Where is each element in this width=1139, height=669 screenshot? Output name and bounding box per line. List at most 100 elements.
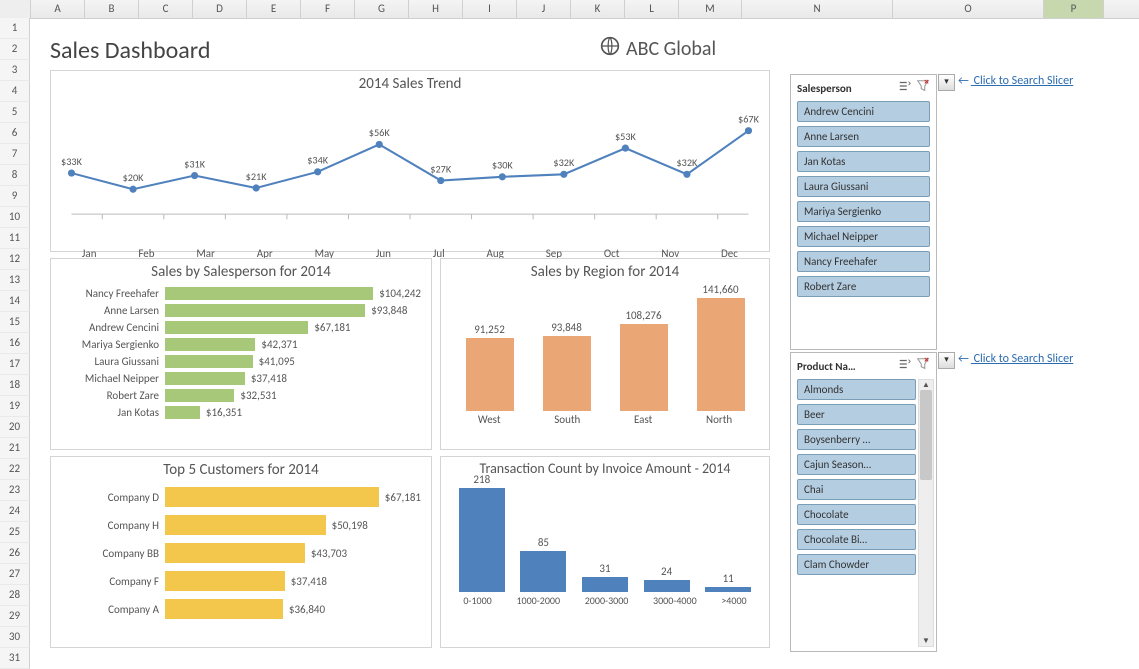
clear-filter-icon[interactable] [916,357,930,375]
row-header-23[interactable]: 23 [0,480,30,501]
scrollbar[interactable]: ▲ ▼ [918,379,934,647]
slicer-hint-link[interactable]: ← Click to Search Slicer [958,352,1073,366]
row-header-26[interactable]: 26 [0,543,30,564]
row-header-19[interactable]: 19 [0,396,30,417]
select-all-corner[interactable] [0,0,31,18]
dashboard-title: Sales Dashboard [50,36,210,65]
slicer-item[interactable]: Chocolate Bi… [797,529,916,550]
top-customers-chart[interactable]: Top 5 Customers for 2014 Company D$67,18… [50,456,432,648]
bar [466,338,514,411]
slicer-item[interactable]: Anne Larsen [797,126,930,147]
product-name-slicer[interactable]: Product Na… AlmondsBeerBoysenberry …Caju… [790,352,937,652]
slicer-item[interactable]: Chai [797,479,916,500]
column-header-L[interactable]: L [625,0,679,18]
column-header-C[interactable]: C [139,0,193,18]
svg-text:$32K: $32K [553,156,575,169]
row-header-1[interactable]: 1 [0,18,30,39]
column-header-N[interactable]: N [742,0,893,18]
row-header-9[interactable]: 9 [0,186,30,207]
slicer-item[interactable]: Mariya Sergienko [797,201,930,222]
column-header-H[interactable]: H [409,0,463,18]
row-header-17[interactable]: 17 [0,354,30,375]
slicer-item[interactable]: Jan Kotas [797,151,930,172]
row-header-14[interactable]: 14 [0,291,30,312]
slicer-item[interactable]: Boysenberry … [797,429,916,450]
x-tick: 1000-2000 [516,594,560,607]
row-header-3[interactable]: 3 [0,60,30,81]
column-header-O[interactable]: O [893,0,1044,18]
scroll-down-icon[interactable]: ▼ [919,636,933,646]
column-header-P[interactable]: P [1044,0,1104,18]
row-header-22[interactable]: 22 [0,459,30,480]
x-tick: North [706,413,732,426]
multiselect-icon[interactable] [898,79,912,97]
column-header-B[interactable]: B [85,0,139,18]
slicer-item[interactable]: Beer [797,404,916,425]
row-header-20[interactable]: 20 [0,417,30,438]
bar [543,336,591,411]
sales-by-salesperson-chart[interactable]: Sales by Salesperson for 2014 Nancy Free… [50,258,432,450]
bar-col: 108,276 [614,309,674,411]
row-header-25[interactable]: 25 [0,522,30,543]
sales-by-region-chart[interactable]: Sales by Region for 2014 91,25293,848108… [440,258,770,450]
x-tick: 3000-4000 [653,594,697,607]
row-header-4[interactable]: 4 [0,81,30,102]
row-header-6[interactable]: 6 [0,123,30,144]
bar [705,587,751,592]
slicer-item[interactable]: Robert Zare [797,276,930,297]
scroll-thumb[interactable] [920,390,932,480]
column-header-A[interactable]: A [31,0,85,18]
slicer-item[interactable]: Andrew Cencini [797,101,930,122]
slicer-item[interactable]: Michael Neipper [797,226,930,247]
bar-value: $37,418 [251,372,287,385]
column-header-I[interactable]: I [463,0,517,18]
row-header-8[interactable]: 8 [0,165,30,186]
slicer-item[interactable]: Nancy Freehafer [797,251,930,272]
row-header-28[interactable]: 28 [0,585,30,606]
row-header-24[interactable]: 24 [0,501,30,522]
row-header-27[interactable]: 27 [0,564,30,585]
row-header-30[interactable]: 30 [0,627,30,648]
row-header-16[interactable]: 16 [0,333,30,354]
scroll-up-icon[interactable]: ▲ [919,380,933,390]
salesperson-slicer[interactable]: Salesperson Andrew CenciniAnne LarsenJan… [790,74,937,350]
slicer-item[interactable]: Almonds [797,379,916,400]
slicer-hint-link[interactable]: ← Click to Search Slicer [958,74,1073,88]
column-header-D[interactable]: D [193,0,247,18]
slicer-item[interactable]: Cajun Season… [797,454,916,475]
transaction-count-chart[interactable]: Transaction Count by Invoice Amount - 20… [440,456,770,648]
row-header-21[interactable]: 21 [0,438,30,459]
row-header-18[interactable]: 18 [0,375,30,396]
row-header-2[interactable]: 2 [0,39,30,60]
column-header-J[interactable]: J [517,0,571,18]
column-header-M[interactable]: M [679,0,742,18]
slicer-item[interactable]: Laura Giussani [797,176,930,197]
row-header-29[interactable]: 29 [0,606,30,627]
bar-row: Robert Zare$32,531 [61,387,421,404]
column-header-G[interactable]: G [355,0,409,18]
slicer-item[interactable]: Clam Chowder [797,554,916,575]
row-header-15[interactable]: 15 [0,312,30,333]
clear-filter-icon[interactable] [916,79,930,97]
chart-body: 21885312411 [441,478,769,592]
slicer-dropdown-button[interactable]: ▾ [938,74,955,91]
row-header-12[interactable]: 12 [0,249,30,270]
bar [165,355,253,368]
bar-label: Andrew Cencini [61,321,165,334]
sales-trend-chart[interactable]: 2014 Sales Trend $33K$20K$31K$21K$34K$56… [50,70,770,252]
svg-text:$67K: $67K [738,113,760,126]
multiselect-icon[interactable] [898,357,912,375]
bar-value: $32,531 [240,389,276,402]
slicer-dropdown-button[interactable]: ▾ [938,352,955,369]
column-header-F[interactable]: F [301,0,355,18]
bar-value: 108,276 [625,309,661,322]
slicer-item[interactable]: Chocolate [797,504,916,525]
row-header-31[interactable]: 31 [0,648,30,669]
row-header-10[interactable]: 10 [0,207,30,228]
column-header-E[interactable]: E [247,0,301,18]
row-header-7[interactable]: 7 [0,144,30,165]
row-header-5[interactable]: 5 [0,102,30,123]
column-header-K[interactable]: K [571,0,625,18]
row-header-11[interactable]: 11 [0,228,30,249]
row-header-13[interactable]: 13 [0,270,30,291]
